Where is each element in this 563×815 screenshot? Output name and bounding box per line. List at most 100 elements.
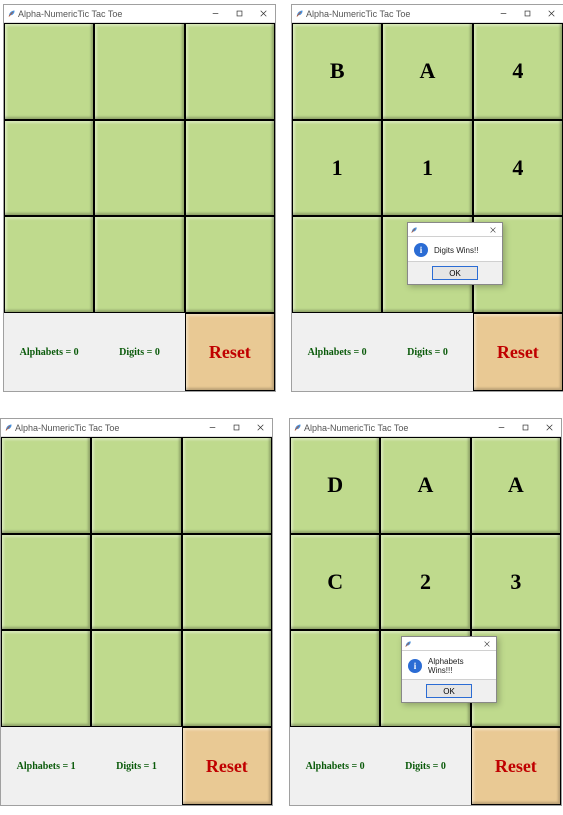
grid-cell[interactable]: 4: [473, 120, 563, 217]
footer: Alphabets = 0Digits = 0Reset: [4, 313, 275, 391]
footer: Alphabets = 1Digits = 1Reset: [1, 727, 272, 805]
grid-cell[interactable]: [94, 216, 184, 313]
grid-cell[interactable]: 1: [292, 120, 382, 217]
client-area: Alphabets = 1Digits = 1Reset: [1, 437, 272, 805]
grid-cell[interactable]: 3: [471, 534, 561, 631]
titlebar: Alpha-NumericTic Tac Toe: [1, 419, 272, 437]
grid-cell[interactable]: A: [380, 437, 470, 534]
footer: Alphabets = 0Digits = 0Reset: [290, 727, 561, 805]
grid-cell[interactable]: [182, 630, 272, 727]
grid-cell[interactable]: [1, 630, 91, 727]
window-title: Alpha-NumericTic Tac Toe: [306, 9, 491, 19]
window-controls: [491, 5, 563, 22]
app-window: Alpha-NumericTic Tac Toe Alphabets = 1Dig…: [0, 418, 273, 806]
minimize-button[interactable]: [203, 5, 227, 22]
grid-cell[interactable]: [182, 437, 272, 534]
dialog-close-button[interactable]: [484, 227, 502, 233]
dialog-body: iDigits Wins!!: [408, 237, 502, 261]
dialog-close-button[interactable]: [478, 641, 496, 647]
grid-cell[interactable]: [91, 534, 181, 631]
titlebar: Alpha-NumericTic Tac Toe: [4, 5, 275, 23]
grid-cell[interactable]: [290, 630, 380, 727]
grid-cell[interactable]: [1, 534, 91, 631]
client-area: Alphabets = 0Digits = 0Reset: [4, 23, 275, 391]
score-alphabets: Alphabets = 0: [4, 313, 94, 391]
close-button[interactable]: [537, 419, 561, 436]
grid-cell[interactable]: 2: [380, 534, 470, 631]
grid-cell[interactable]: B: [292, 23, 382, 120]
minimize-button[interactable]: [491, 5, 515, 22]
grid-cell[interactable]: [185, 23, 275, 120]
app-window: Alpha-NumericTic Tac Toe Alphabets = 0Dig…: [3, 4, 276, 392]
score-alphabets: Alphabets = 0: [290, 727, 380, 805]
grid-cell[interactable]: D: [290, 437, 380, 534]
app-icon: [290, 423, 304, 432]
grid-cell[interactable]: [292, 216, 382, 313]
dialog-titlebar: [408, 223, 502, 237]
reset-button[interactable]: Reset: [182, 727, 272, 805]
app-window: Alpha-NumericTic Tac Toe DAAC23 Alphabets …: [289, 418, 562, 806]
window-controls: [203, 5, 275, 22]
message-dialog: iDigits Wins!! OK: [407, 222, 503, 285]
reset-button[interactable]: Reset: [185, 313, 275, 391]
score-digits: Digits = 0: [382, 313, 472, 391]
client-area: DAAC23 Alphabets = 0Digits = 0Reset: [290, 437, 561, 805]
grid-cell[interactable]: [1, 437, 91, 534]
close-button[interactable]: [539, 5, 563, 22]
grid-cell[interactable]: A: [382, 23, 472, 120]
grid-cell[interactable]: A: [471, 437, 561, 534]
reset-button[interactable]: Reset: [473, 313, 563, 391]
score-digits: Digits = 0: [380, 727, 470, 805]
dialog-body: i Alphabets Wins!!!: [402, 651, 496, 679]
dialog-ok-button[interactable]: OK: [432, 266, 478, 280]
window-title: Alpha-NumericTic Tac Toe: [304, 423, 489, 433]
maximize-button[interactable]: [513, 419, 537, 436]
dialog-footer: OK: [402, 679, 496, 702]
reset-button[interactable]: Reset: [471, 727, 561, 805]
app-icon: [1, 423, 15, 432]
close-button[interactable]: [251, 5, 275, 22]
grid-cell[interactable]: [4, 216, 94, 313]
grid-cell[interactable]: [94, 23, 184, 120]
minimize-button[interactable]: [200, 419, 224, 436]
grid-cell[interactable]: [94, 120, 184, 217]
grid-cell[interactable]: 1: [382, 120, 472, 217]
grid-cell[interactable]: [185, 120, 275, 217]
message-dialog: i Alphabets Wins!!! OK: [401, 636, 497, 703]
game-grid: [4, 23, 275, 313]
maximize-button[interactable]: [515, 5, 539, 22]
grid-cell[interactable]: 4: [473, 23, 563, 120]
client-area: BA4114 Alphabets = 0Digits = 0Reset: [292, 23, 563, 391]
app-window: Alpha-NumericTic Tac Toe BA4114 Alphabets …: [291, 4, 563, 392]
maximize-button[interactable]: [227, 5, 251, 22]
dialog-app-icon: [402, 640, 414, 648]
score-digits: Digits = 0: [94, 313, 184, 391]
titlebar: Alpha-NumericTic Tac Toe: [292, 5, 563, 23]
game-grid: [1, 437, 272, 727]
grid-cell[interactable]: C: [290, 534, 380, 631]
app-icon: [4, 9, 18, 18]
grid-cell[interactable]: [185, 216, 275, 313]
dialog-message: Digits Wins!!: [434, 246, 478, 255]
dialog-message: Alphabets Wins!!!: [428, 657, 490, 675]
score-alphabets: Alphabets = 1: [1, 727, 91, 805]
window-controls: [200, 419, 272, 436]
minimize-button[interactable]: [489, 419, 513, 436]
window-controls: [489, 419, 561, 436]
dialog-footer: OK: [408, 261, 502, 284]
grid-cell[interactable]: [91, 630, 181, 727]
grid-cell[interactable]: [4, 120, 94, 217]
grid-cell[interactable]: [4, 23, 94, 120]
close-button[interactable]: [248, 419, 272, 436]
score-alphabets: Alphabets = 0: [292, 313, 382, 391]
grid-cell[interactable]: [91, 437, 181, 534]
maximize-button[interactable]: [224, 419, 248, 436]
app-icon: [292, 9, 306, 18]
dialog-ok-button[interactable]: OK: [426, 684, 472, 698]
info-icon: i: [408, 659, 422, 673]
window-title: Alpha-NumericTic Tac Toe: [18, 9, 203, 19]
dialog-titlebar: [402, 637, 496, 651]
dialog-app-icon: [408, 226, 420, 234]
score-digits: Digits = 1: [91, 727, 181, 805]
grid-cell[interactable]: [182, 534, 272, 631]
